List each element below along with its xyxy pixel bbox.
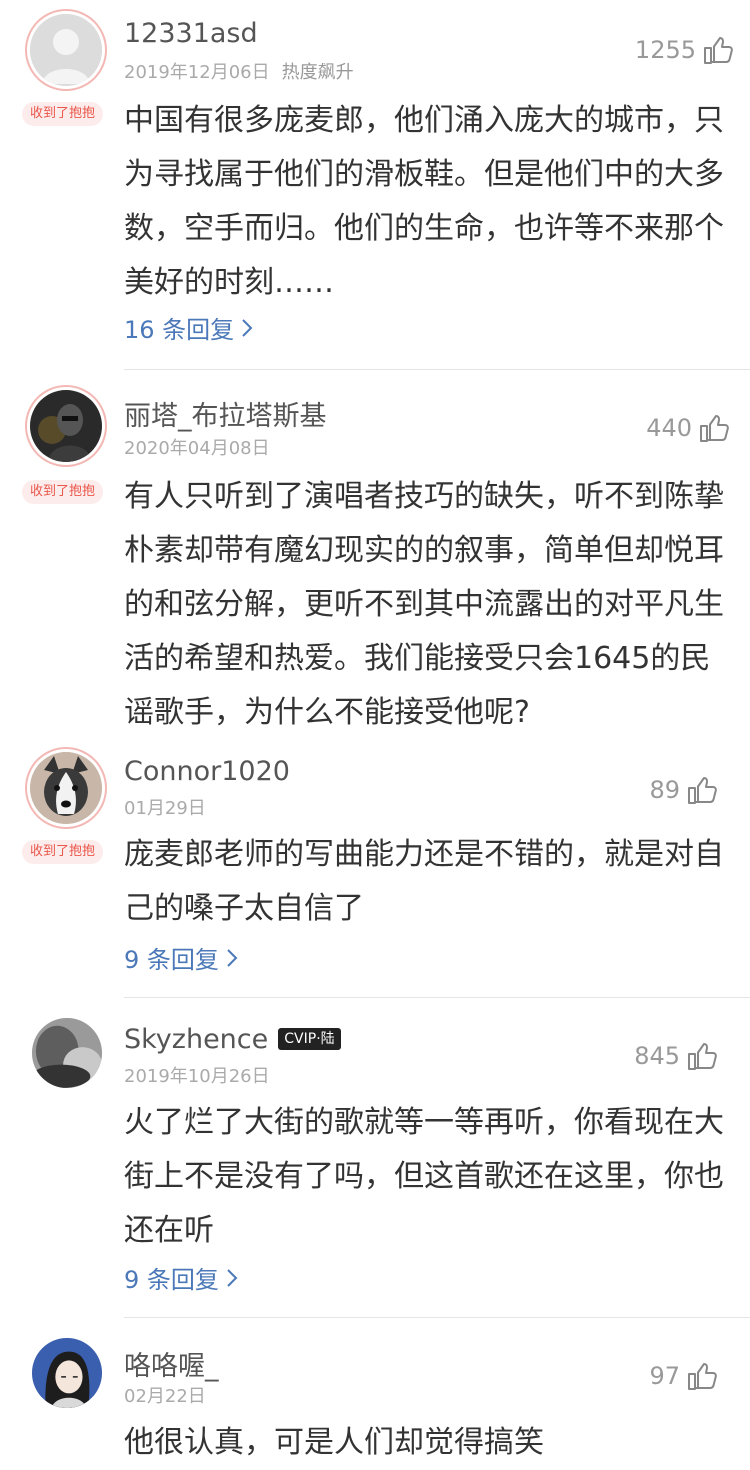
user-avatar[interactable] [30, 14, 102, 86]
thumbs-up-icon [688, 1043, 717, 1070]
husky-dog-avatar-icon [30, 752, 102, 824]
user-avatar[interactable] [30, 752, 102, 824]
like-count: 845 [634, 1042, 680, 1070]
comment-text: 有人只听到了演唱者技巧的缺失，听不到陈挚朴素却带有魔幻现实的的叙事，简单但却悦耳… [124, 479, 724, 730]
blurry-photo-avatar-icon [32, 1018, 102, 1088]
view-replies-link[interactable]: 9 条回复 [124, 940, 239, 975]
comment-item: 收到了抱抱 丽塔_布拉塔斯基 2020年04月08日 440 有人只听到了演唱者… [0, 370, 750, 740]
replies-label: 9 条回复 [124, 946, 219, 974]
comment-meta: 2019年10月26日 [124, 1062, 270, 1088]
username[interactable]: Connor1020 [124, 756, 290, 787]
chevron-right-icon [227, 948, 238, 967]
trending-tag: 热度飙升 [281, 62, 354, 83]
comment-date: 02月22日 [124, 1386, 206, 1407]
default-user-avatar-icon [30, 14, 102, 86]
like-count: 1255 [634, 36, 696, 64]
comment-item: 咯咯喔_ 02月22日 97 他很认真，可是人们却觉得搞笑 [0, 1318, 750, 1470]
comment-meta: 01月29日 [124, 794, 206, 820]
chevron-right-icon [242, 318, 253, 337]
user-avatar[interactable] [32, 1338, 102, 1408]
comment-meta: 2019年12月06日 热度飙升 [124, 58, 354, 84]
comment-date: 2020年04月08日 [124, 438, 270, 459]
user-avatar[interactable] [30, 390, 102, 462]
comment-meta: 2020年04月08日 [124, 434, 270, 460]
username[interactable]: 丽塔_布拉塔斯基 [124, 394, 327, 433]
hug-badge: 收到了抱抱 [22, 840, 104, 864]
anime-girl-avatar-icon [32, 1338, 102, 1408]
comment-item: 收到了抱抱 12331asd 2019年12月06日 热度飙升 1255 中国有很… [0, 0, 750, 370]
view-replies-link[interactable]: 9 条回复 [124, 1260, 239, 1295]
username[interactable]: 咯咯喔_ [124, 1344, 219, 1383]
thumbs-up-icon [688, 777, 717, 804]
thumbs-up-icon [700, 415, 729, 442]
comment-text: 庞麦郎老师的写曲能力还是不错的，就是对自己的嗓子太自信了 [124, 837, 724, 926]
username-text: Skyzhence [124, 1024, 269, 1055]
comment-date: 2019年10月26日 [124, 1066, 270, 1087]
like-count: 89 [649, 776, 680, 804]
user-avatar[interactable] [32, 1018, 102, 1088]
username[interactable]: Skyzhence CVIP·陆 [124, 1024, 341, 1055]
chevron-right-icon [227, 1268, 238, 1287]
like-button[interactable]: 97 [649, 1360, 718, 1392]
like-button[interactable]: 440 [646, 412, 730, 444]
like-count: 440 [646, 414, 692, 442]
like-button[interactable]: 89 [649, 774, 718, 806]
username[interactable]: 12331asd [124, 18, 258, 49]
comment-item: 收到了抱抱 Connor1020 01月29日 89 庞麦郎老师的写曲能力还是不… [0, 740, 750, 998]
hug-badge: 收到了抱抱 [22, 102, 104, 126]
thumbs-up-icon [688, 1363, 717, 1390]
replies-label: 16 条回复 [124, 316, 235, 344]
replies-label: 9 条回复 [124, 1266, 219, 1294]
comment-text: 火了烂了大街的歌就等一等再听，你看现在大街上不是没有了吗，但这首歌还在这里，你也… [124, 1105, 724, 1248]
thumbs-up-icon [704, 37, 733, 64]
like-count: 97 [649, 1362, 680, 1390]
comment-date: 01月29日 [124, 798, 206, 819]
comment-meta: 02月22日 [124, 1382, 206, 1408]
hug-badge: 收到了抱抱 [22, 480, 104, 504]
comment-item: Skyzhence CVIP·陆 2019年10月26日 845 火了烂了大街的歌… [0, 998, 750, 1318]
dark-figure-avatar-icon [30, 390, 102, 462]
like-button[interactable]: 1255 [635, 34, 734, 66]
comment-text: 他很认真，可是人们却觉得搞笑 [124, 1425, 544, 1460]
like-button[interactable]: 845 [634, 1040, 718, 1072]
vip-badge: CVIP·陆 [278, 1028, 341, 1050]
view-replies-link[interactable]: 16 条回复 [124, 310, 254, 345]
comment-date: 2019年12月06日 [124, 62, 270, 83]
comment-text: 中国有很多庞麦郎，他们涌入庞大的城市，只为寻找属于他们的滑板鞋。但是他们中的大多… [124, 103, 724, 300]
